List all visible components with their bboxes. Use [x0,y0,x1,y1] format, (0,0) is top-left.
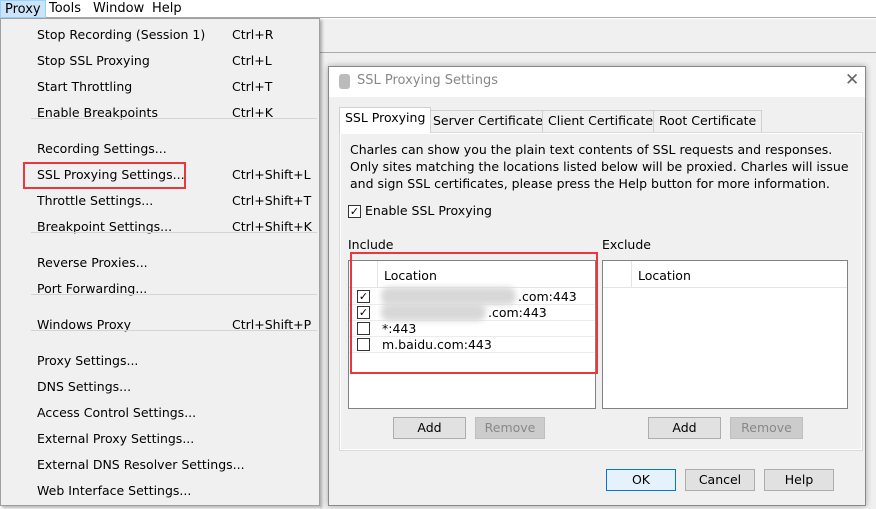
menu-item[interactable]: Access Control Settings... [1,400,319,426]
menu-tools[interactable]: Tools [45,0,85,18]
menu-item[interactable]: Throttle Settings... Ctrl+Shift+T [1,188,319,214]
cancel-button[interactable]: Cancel [685,469,755,491]
exclude-remove-button[interactable]: Remove [730,417,803,439]
menu-item[interactable]: Reverse Proxies... [1,250,319,276]
menu-item[interactable]: Port Forwarding... [1,276,319,302]
menu-item-shortcut: Ctrl+Shift+T [232,193,312,208]
menu-item-label: Access Control Settings... [37,405,197,420]
charles-app-icon [339,74,350,89]
menu-item-shortcut: Ctrl+Shift+P [232,317,312,332]
close-icon[interactable]: ✕ [845,70,859,90]
menu-item-label: Recording Settings... [37,141,167,156]
tab-root-certificate[interactable]: Root Certificate [653,110,763,132]
ok-button[interactable]: OK [606,469,676,491]
highlight-box [350,252,598,374]
help-button[interactable]: Help [764,469,834,491]
menu-item[interactable]: Proxy Settings... [1,348,319,374]
menu-item-label: Port Forwarding... [37,281,148,296]
menu-window[interactable]: Window [89,0,148,18]
highlight-box [23,162,186,189]
menu-item-shortcut: Ctrl+Shift+K [232,219,312,234]
menu-item[interactable]: DNS Settings... [1,374,319,400]
menu-item-label: External Proxy Settings... [37,431,195,446]
menu-item[interactable]: External DNS Resolver Settings... [1,452,319,478]
tab-ssl-proxying[interactable]: SSL Proxying [339,107,432,133]
menubar: Proxy Tools Window Help [0,0,876,18]
menu-item-label: Reverse Proxies... [37,255,148,270]
menu-item[interactable]: Start Throttling Ctrl+T [1,74,319,100]
menu-item-label: Breakpoint Settings... [37,219,173,234]
menu-item-label: Start Throttling [37,79,133,94]
tab-server-certificates[interactable]: Server Certificates [427,110,556,132]
menu-item-label: Enable Breakpoints [37,105,158,120]
enable-ssl-label: Enable SSL Proxying [365,203,492,218]
enable-ssl-checkbox[interactable]: ✓ [348,205,361,218]
menu-separator [31,118,317,119]
menu-item-shortcut: Ctrl+T [232,79,273,94]
exclude-table: Location [602,260,848,409]
menu-item-label: Stop Recording (Session 1) [37,27,206,42]
description-text: Charles can show you the plain text cont… [350,142,849,191]
exclude-add-button[interactable]: Add [648,417,721,439]
column-header-location[interactable]: Location [638,268,691,283]
menu-item[interactable]: Web Interface Settings... [1,478,319,504]
menu-item-label: Proxy Settings... [37,353,139,368]
include-remove-button[interactable]: Remove [475,417,545,439]
menu-item[interactable]: Enable Breakpoints Ctrl+K [1,100,319,126]
menu-separator [31,294,317,295]
include-add-button[interactable]: Add [393,417,466,439]
proxy-menu: Stop Recording (Session 1) Ctrl+R Stop SSL… [0,18,320,506]
menu-item[interactable]: Recording Settings... [1,136,319,162]
menu-item-label: Windows Proxy [37,317,132,332]
dialog-title: SSL Proxying Settings [357,73,499,88]
toolbar-divider [320,52,876,53]
exclude-label: Exclude [602,237,651,252]
menu-item-label: Throttle Settings... [37,193,154,208]
menu-proxy[interactable]: Proxy [0,0,46,18]
include-label: Include [348,237,394,252]
menu-item-label: DNS Settings... [37,379,132,394]
menu-separator [31,330,317,331]
menu-item-label: External DNS Resolver Settings... [37,457,245,472]
menu-item-label: Web Interface Settings... [37,483,192,498]
menu-item-shortcut: Ctrl+Shift+L [232,167,311,182]
menu-item-shortcut: Ctrl+K [232,105,273,120]
title-bar: SSL Proxying Settings ✕ [329,67,865,97]
menu-item-label: Stop SSL Proxying [37,53,150,68]
menu-item-shortcut: Ctrl+R [232,27,274,42]
menu-item[interactable]: External Proxy Settings... [1,426,319,452]
menu-item[interactable]: Windows Proxy Ctrl+Shift+P [1,312,319,338]
menu-item[interactable]: Stop SSL Proxying Ctrl+L [1,48,319,74]
menu-help[interactable]: Help [148,0,186,18]
tab-client-certificates[interactable]: Client Certificates [542,110,666,132]
menu-separator [31,232,317,233]
menu-item-shortcut: Ctrl+L [232,53,272,68]
menu-item[interactable]: Breakpoint Settings... Ctrl+Shift+K [1,214,319,240]
menu-item[interactable]: Stop Recording (Session 1) Ctrl+R [1,22,319,48]
